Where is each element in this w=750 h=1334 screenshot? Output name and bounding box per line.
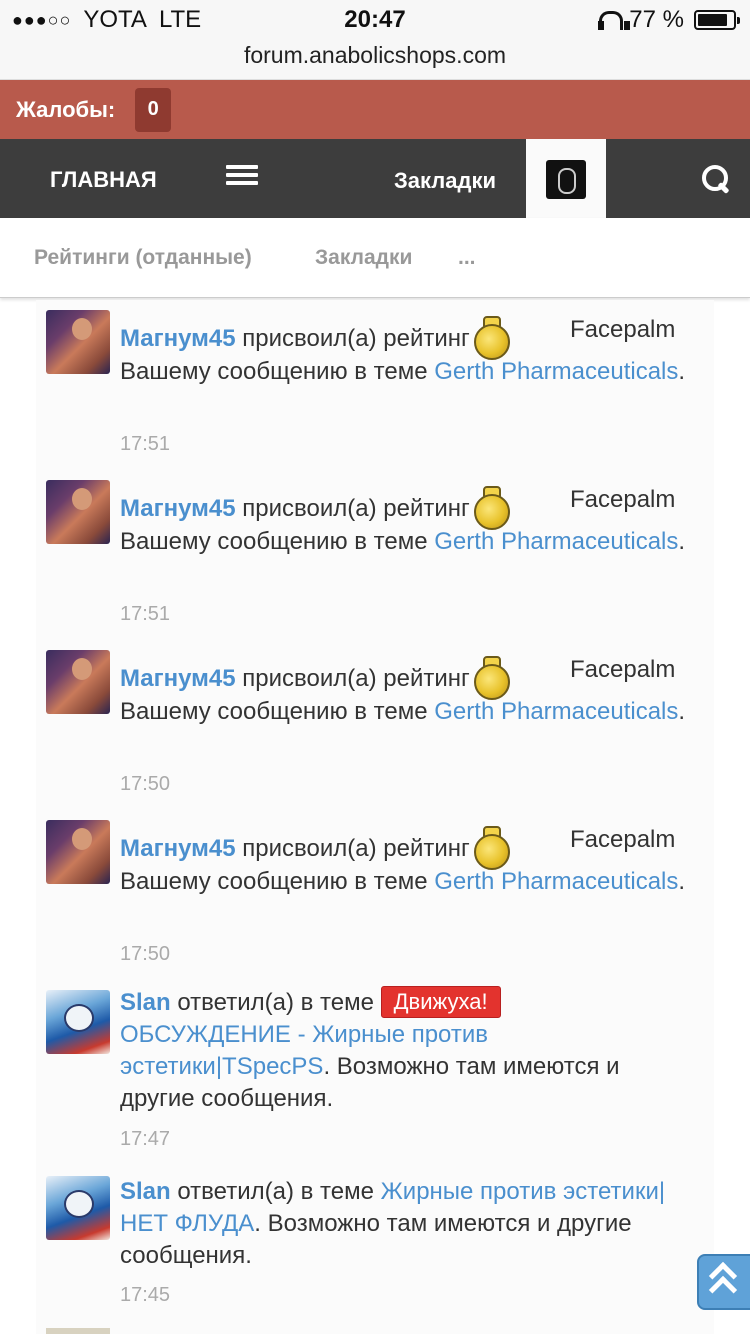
alert-context: Вашему сообщению в теме: [120, 698, 428, 725]
thread-link[interactable]: Gerth Pharmaceuticals: [434, 528, 678, 555]
complaints-label: Жалобы:: [16, 96, 116, 122]
avatar[interactable]: [46, 480, 110, 544]
battery-icon: [694, 10, 740, 30]
rating-name: Facepalm: [570, 656, 676, 683]
user-link[interactable]: Slan: [120, 1178, 171, 1205]
alert-text: Slan ответил(а) в теме Движуха! ОБСУЖДЕН…: [120, 986, 700, 1115]
complaints-bar: Жалобы: 0: [0, 80, 750, 139]
avatar[interactable]: [46, 820, 110, 884]
thread-link[interactable]: Gerth Pharmaceuticals: [434, 358, 678, 385]
status-bar: ●●●○○ YOTA LTE 20:47 77 %: [0, 0, 750, 40]
tab-bookmarks[interactable]: Закладки: [315, 246, 412, 270]
nav-bookmarks-link[interactable]: Закладки: [394, 168, 496, 194]
nav-home-link[interactable]: ГЛАВНАЯ: [50, 167, 157, 193]
url-bar[interactable]: forum.anabolicshops.com: [0, 40, 750, 80]
alert-time: 17:45: [120, 1284, 171, 1306]
alert-action: присвоил(а) рейтинг: [242, 665, 470, 692]
alert-time: 17:47: [120, 1128, 171, 1150]
medal-icon: [472, 316, 510, 360]
avatar[interactable]: [46, 1176, 110, 1240]
rating-name: Facepalm: [570, 486, 676, 513]
headphones-icon: [597, 9, 631, 31]
tab-more[interactable]: ...: [458, 246, 476, 270]
user-link[interactable]: Магнум45: [120, 325, 236, 352]
alert-time: 17:51: [120, 603, 171, 625]
avatar[interactable]: [46, 990, 110, 1054]
alert-time: 17:50: [120, 943, 171, 965]
menu-icon[interactable]: [226, 165, 258, 185]
alert-suffix: .: [678, 698, 686, 725]
status-right: 77 %: [597, 6, 740, 34]
complaints-count[interactable]: 0: [135, 87, 172, 132]
alert-action: присвоил(а) рейтинг: [242, 325, 470, 352]
thread-link[interactable]: Gerth Pharmaceuticals: [434, 868, 678, 895]
thread-link[interactable]: Gerth Pharmaceuticals: [434, 698, 678, 725]
alert-context: Вашему сообщению в теме: [120, 528, 428, 555]
avatar[interactable]: [46, 650, 110, 714]
alert-time: 17:50: [120, 773, 171, 795]
nav-bar: ГЛАВНАЯ Закладки: [0, 139, 750, 218]
sub-tabs: Рейтинги (отданные) Закладки ...: [0, 218, 750, 298]
alerts-list: Магнум45 присвоил(а) рейтинг Вашему сооб…: [36, 300, 714, 1334]
avatar: [46, 1328, 110, 1334]
alert-context: Вашему сообщению в теме: [120, 868, 428, 895]
user-avatar: [546, 160, 586, 199]
user-link[interactable]: Slan: [120, 989, 171, 1016]
user-link[interactable]: Магнум45: [120, 665, 236, 692]
tab-ratings-given[interactable]: Рейтинги (отданные): [34, 246, 252, 270]
alert-action: присвоил(а) рейтинг: [242, 495, 470, 522]
alert-time: 17:51: [120, 433, 171, 455]
thread-prefix-badge[interactable]: Движуха!: [380, 986, 501, 1018]
alert-suffix: .: [678, 358, 686, 385]
medal-icon: [472, 826, 510, 870]
user-link[interactable]: Магнум45: [120, 835, 236, 862]
alert-suffix: .: [678, 528, 686, 555]
avatar[interactable]: [46, 310, 110, 374]
url-text: forum.anabolicshops.com: [243, 42, 507, 68]
alert-suffix: .: [678, 868, 686, 895]
medal-icon: [472, 486, 510, 530]
alert-action: ответил(а) в теме: [177, 989, 374, 1016]
alert-action: присвоил(а) рейтинг: [242, 835, 470, 862]
user-link[interactable]: Магнум45: [120, 495, 236, 522]
medal-icon: [472, 656, 510, 700]
alert-action: ответил(а) в теме: [177, 1178, 374, 1205]
rating-name: Facepalm: [570, 316, 676, 343]
nav-account-tab[interactable]: [526, 139, 606, 218]
battery-percent: 77 %: [629, 6, 684, 33]
alert-context: Вашему сообщению в теме: [120, 358, 428, 385]
rating-name: Facepalm: [570, 826, 676, 853]
alert-text: Slan ответил(а) в теме Жирные против эст…: [120, 1176, 700, 1272]
search-icon[interactable]: [700, 163, 732, 195]
scroll-top-button[interactable]: [697, 1254, 750, 1310]
